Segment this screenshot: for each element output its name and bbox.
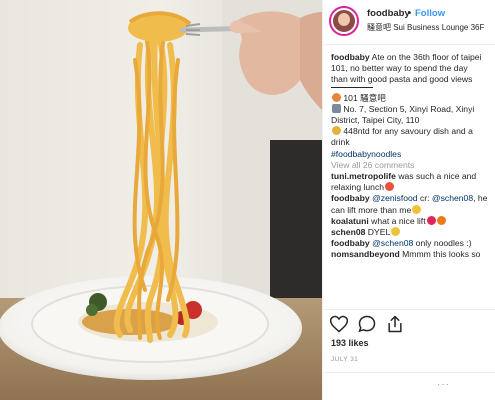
- money-bag-emoji-icon: [332, 126, 341, 136]
- location-link[interactable]: 騷意吧 Sui Business Lounge 36F: [367, 22, 484, 33]
- price-line-2: drink: [331, 137, 350, 148]
- mention-link[interactable]: @schen08: [372, 238, 413, 248]
- follow-button[interactable]: Follow: [415, 8, 445, 19]
- view-all-comments-link[interactable]: View all 26 comments: [331, 160, 495, 171]
- heart-eyes-emoji-icon: [385, 182, 395, 192]
- comment-text: Mmmm this looks so: [399, 249, 481, 260]
- comment-username[interactable]: nomsandbeyond: [331, 249, 400, 259]
- comment-item: tuni.metropolife was such a nice and: [331, 171, 495, 182]
- caption-line-1: Ate on the 36th floor of taipei: [371, 52, 482, 62]
- comment-username[interactable]: tuni.metropolife: [331, 171, 396, 181]
- comment-item-continued: relaxing lunch: [331, 182, 495, 193]
- flexed-biceps-emoji-icon: [391, 227, 401, 237]
- hashtag-link[interactable]: #foodbabynoodles: [331, 149, 495, 160]
- pasta-fork-photo: [0, 0, 322, 400]
- caption-line-2: 101, no better way to spend the day: [331, 63, 468, 74]
- separator-dot: •: [408, 8, 412, 19]
- red-heart-emoji-icon: [426, 215, 436, 225]
- comment-text-2: relaxing lunch: [331, 182, 385, 193]
- comment-item: foodbaby @zenisfood cr: @schen08, he: [331, 193, 495, 204]
- map-emoji-icon: [332, 103, 341, 113]
- flexed-biceps-emoji-icon: [412, 204, 422, 214]
- comment-text: cr:: [417, 193, 432, 204]
- caption-divider: [331, 86, 373, 88]
- comment-item: foodbaby @schen08 only noodles :): [331, 238, 495, 249]
- comment-text: , he: [473, 193, 488, 204]
- price-line: 448ntd for any savoury dish and a: [331, 126, 495, 137]
- heart-icon[interactable]: [329, 314, 349, 334]
- restaurant-name-line: 101 騷意吧: [331, 92, 495, 104]
- address-text-1: No. 7, Section 5, Xinyi Road, Xinyi: [343, 103, 475, 114]
- caption: foodbaby Ate on the 36th floor of taipei: [331, 52, 495, 63]
- comments-area: foodbaby Ate on the 36th floor of taipei…: [331, 52, 495, 308]
- share-icon[interactable]: [385, 314, 405, 334]
- address-line-1: No. 7, Section 5, Xinyi Road, Xinyi: [331, 103, 495, 115]
- avatar[interactable]: [329, 6, 359, 36]
- header-username[interactable]: foodbaby: [367, 8, 410, 19]
- comment-text-2: can lift more than me: [331, 204, 412, 215]
- mention-link[interactable]: @zenisfood: [372, 193, 418, 203]
- post-header: foodbaby • Follow 騷意吧 Sui Business Loung…: [323, 0, 495, 45]
- comment-icon[interactable]: [357, 314, 377, 334]
- more-options-icon[interactable]: ···: [437, 379, 450, 390]
- restaurant-name: 101 騷意吧: [343, 92, 386, 103]
- post-sidebar: foodbaby • Follow 騷意吧 Sui Business Loung…: [322, 0, 495, 400]
- caption-line-3: than with good pasta and good views: [331, 74, 473, 85]
- fire-emoji-icon: [436, 215, 446, 225]
- comment-item: nomsandbeyond Mmmm this looks so: [331, 249, 495, 260]
- comment-username[interactable]: schen08: [331, 227, 365, 237]
- comment-text: DYEL: [365, 227, 391, 238]
- comment-username[interactable]: foodbaby: [331, 238, 370, 248]
- comment-item-continued: can lift more than me: [331, 204, 495, 216]
- action-bar: [323, 309, 495, 338]
- caption-username[interactable]: foodbaby: [331, 52, 370, 62]
- post-photo[interactable]: [0, 0, 322, 400]
- price-text: 448ntd for any savoury dish and a: [343, 126, 473, 137]
- address-line-2: District, Taipei City, 110: [331, 115, 420, 126]
- food-emoji-icon: [332, 92, 341, 102]
- comment-item: koalatuni what a nice lift: [331, 215, 495, 227]
- add-comment-bar: ···: [323, 372, 495, 400]
- comment-text: only noodles :): [413, 238, 472, 249]
- post-date: JULY 31: [331, 356, 359, 363]
- like-count[interactable]: 193 likes: [331, 338, 369, 348]
- mention-link[interactable]: @schen08: [432, 193, 473, 203]
- comment-item: schen08 DYEL: [331, 227, 495, 238]
- comment-text: what a nice lift: [368, 215, 426, 226]
- avatar-face: [338, 13, 350, 26]
- comment-text: was such a nice and: [395, 171, 477, 182]
- comment-username[interactable]: foodbaby: [331, 193, 370, 203]
- comment-username[interactable]: koalatuni: [331, 216, 369, 226]
